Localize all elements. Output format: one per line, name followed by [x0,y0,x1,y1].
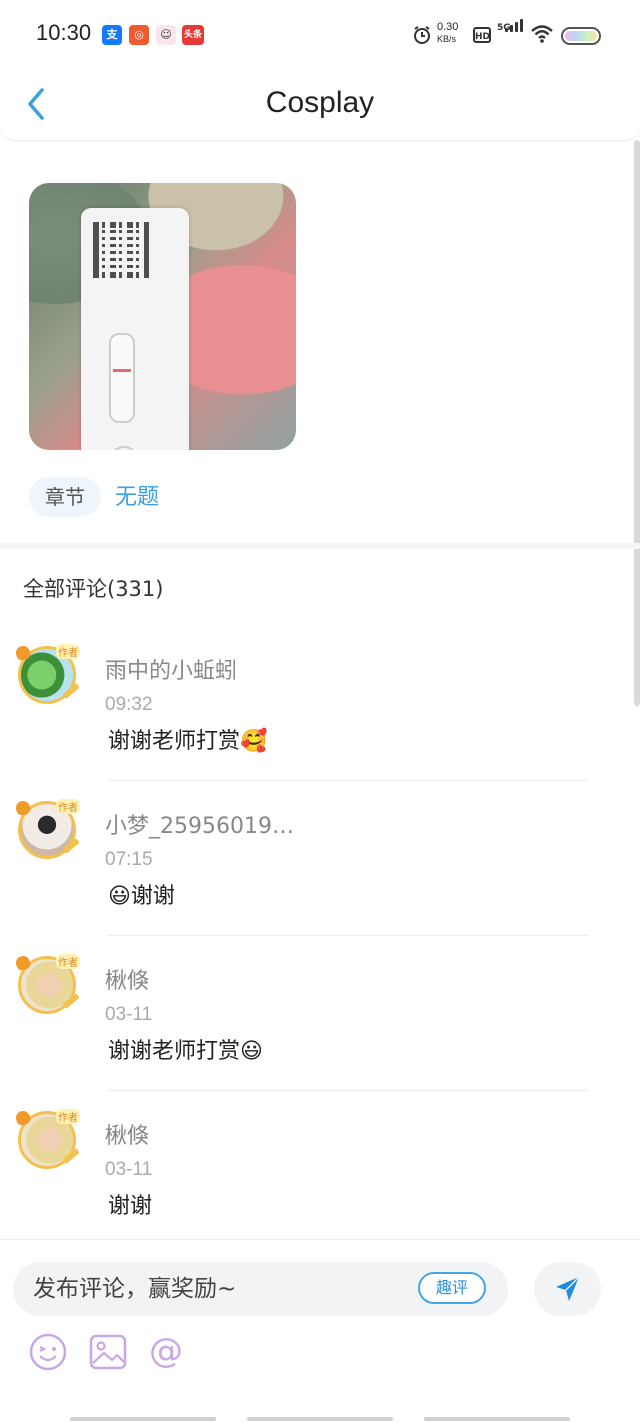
emoji-icon[interactable] [27,1331,69,1373]
comment-time: 03-11 [105,1159,153,1180]
section-divider [0,543,640,549]
avatar-app-icon: ☺ [156,25,176,45]
sample-well [109,446,139,450]
avatar[interactable]: 作者 [14,1107,80,1173]
hd-icon: HD [473,27,491,43]
comment-time: 03-11 [105,1004,153,1025]
page-title: Cosplay [265,86,375,119]
battery-icon [561,27,601,45]
net-speed-unit: KB/s [437,34,457,44]
comment-input[interactable]: 发布评论，赢奖励~ 趣评 [13,1262,508,1316]
wifi-icon [531,25,553,43]
commenter-name[interactable]: 雨中的小蚯蚓 [105,653,237,685]
comment-text: 谢谢老师打赏😃 [108,1039,263,1064]
comment-text: 谢谢老师打赏🥰 [108,729,268,754]
chapter-title-link[interactable]: 无题 [115,477,159,517]
comment-item[interactable]: 作者 小梦_25956019… 07:15 😃谢谢 [0,781,640,936]
nav-indicator [70,1417,216,1421]
avatar[interactable]: 作者 [14,642,80,708]
test-window [109,333,135,423]
nav-indicator [247,1417,393,1421]
commenter-name[interactable]: 楸倏 [105,963,149,995]
avatar[interactable]: 作者 [14,797,80,863]
mention-icon[interactable]: @ [145,1331,187,1373]
net-speed: 0.30 KB/s [437,21,458,45]
toutiao-icon: 头条 [182,25,204,45]
qr-code-graphic [93,222,149,278]
network-type: 5G [497,23,511,33]
author-badge: 作者 [56,799,80,814]
scrollbar[interactable] [634,140,640,706]
author-badge: 作者 [56,954,80,969]
comment-text: 谢谢 [108,1194,153,1219]
author-badge: 作者 [56,1109,80,1124]
comment-placeholder: 发布评论，赢奖励~ [33,1276,237,1302]
send-icon [556,1276,580,1301]
status-time: 10:30 [36,20,92,45]
svg-text:@: @ [149,1331,183,1371]
app-icon: ◎ [129,25,149,45]
alarm-icon [414,26,430,44]
comments-header: 全部评论(331) [23,577,164,601]
nav-indicator [424,1417,570,1421]
comment-item[interactable]: 作者 楸倏 03-11 谢谢老师打赏😃 [0,936,640,1091]
comment-item[interactable]: 作者 雨中的小蚯蚓 09:32 谢谢老师打赏🥰 [0,626,640,781]
commenter-name[interactable]: 小梦_25956019… [105,808,294,840]
comment-time: 09:32 [105,694,153,715]
comment-item[interactable]: 作者 楸倏 03-11 谢谢 [0,1091,640,1246]
net-speed-value: 0.30 [437,21,459,33]
fun-comment-button[interactable]: 趣评 [418,1272,486,1304]
comment-text: 😃谢谢 [108,884,175,909]
image-icon[interactable] [87,1331,129,1373]
post-image[interactable] [29,183,296,450]
comment-composer: 发布评论，赢奖励~ 趣评 @ [0,1239,640,1423]
send-button[interactable] [534,1262,601,1316]
comment-time: 07:15 [105,849,153,870]
chapter-tag: 章节 [29,477,101,517]
author-badge: 作者 [56,644,80,659]
avatar[interactable]: 作者 [14,952,80,1018]
test-strip-illustration [81,208,189,450]
commenter-name[interactable]: 楸倏 [105,1118,149,1150]
alipay-icon: 支 [102,25,122,45]
top-nav: Cosplay [0,68,640,141]
status-bar: 10:30 支 ◎ ☺ 头条 0.30 KB/s HD 5G [0,0,640,70]
